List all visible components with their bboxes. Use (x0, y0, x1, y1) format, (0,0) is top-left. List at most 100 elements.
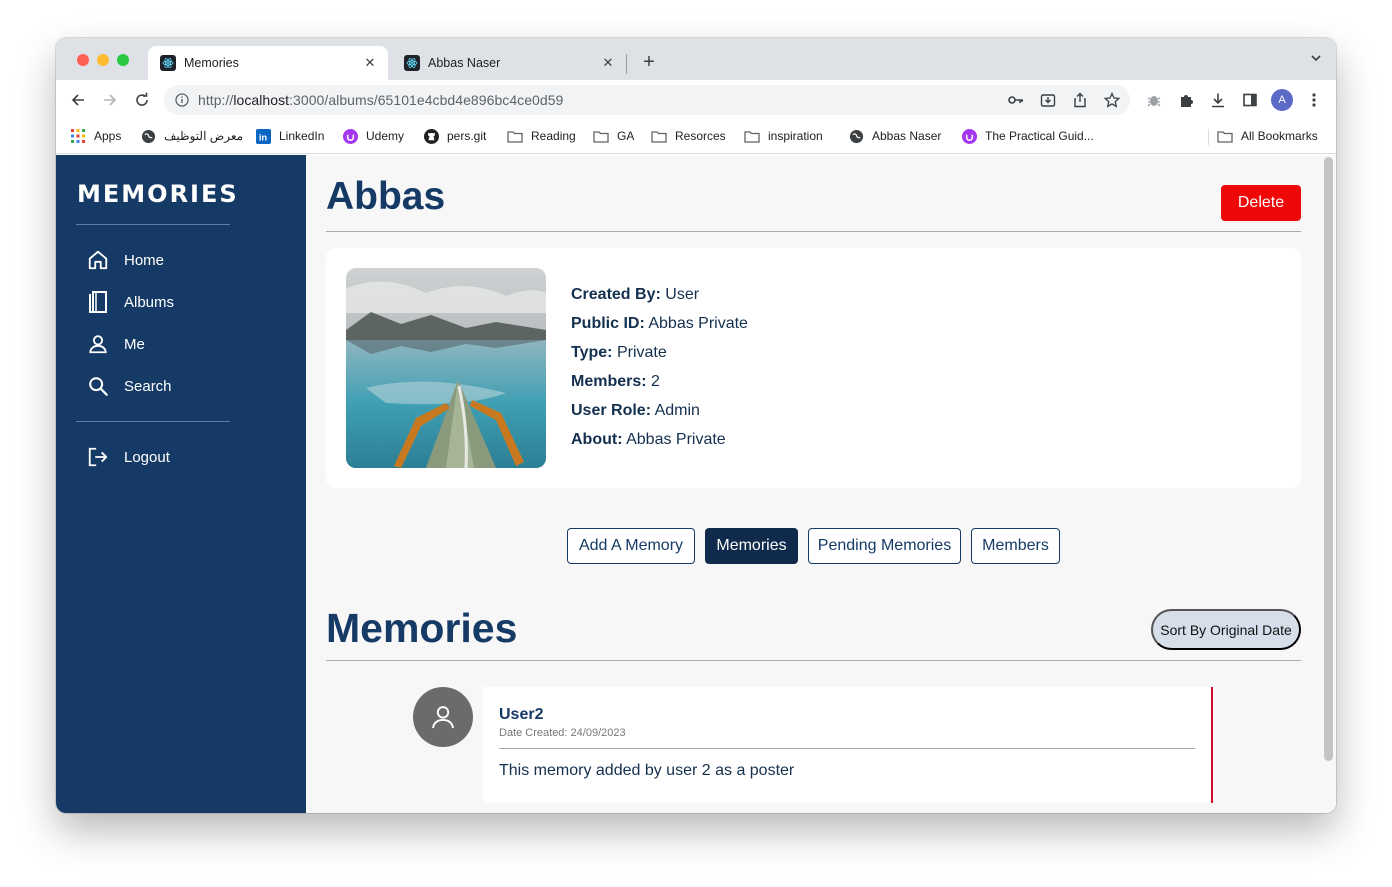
page-viewport: MEMORIES Home Albums Me Search Logout Ab… (56, 155, 1336, 813)
bookmark-pers-git[interactable]: pers.git (423, 128, 486, 144)
avatar[interactable] (413, 687, 473, 747)
bookmark-udemy[interactable]: Udemy (342, 128, 404, 144)
react-icon (404, 55, 420, 71)
home-icon (86, 248, 110, 272)
tab-add-a-memory[interactable]: Add A Memory (567, 528, 695, 564)
udemy-icon (961, 128, 977, 144)
scrollbar-thumb[interactable] (1324, 157, 1333, 761)
folder-icon (744, 128, 760, 144)
tab-divider (626, 54, 627, 74)
sidebar: MEMORIES Home Albums Me Search Logout (56, 155, 306, 813)
bookmark-apps[interactable]: Apps (70, 128, 121, 144)
bookmark-folder-resorces[interactable]: Resorces (651, 128, 726, 144)
globe-icon (848, 128, 864, 144)
github-icon (423, 128, 439, 144)
bookmark-folder-ga[interactable]: GA (593, 128, 634, 144)
sidebar-item-logout[interactable]: Logout (86, 444, 170, 470)
url-text: http://localhost:3000/albums/65101e4cbd4… (198, 92, 564, 108)
browser-window: Memories ✕ Abbas Naser ✕ + http://localh… (56, 38, 1336, 813)
close-window-button[interactable] (77, 54, 89, 66)
share-icon[interactable] (1072, 92, 1088, 113)
logout-icon (86, 445, 110, 469)
bookmark-job-fair[interactable]: معرض التوظيف (140, 128, 243, 144)
sidebar-divider (76, 421, 230, 422)
bookmark-linkedin[interactable]: in LinkedIn (255, 128, 324, 144)
key-icon[interactable] (1008, 93, 1024, 112)
maximize-window-button[interactable] (117, 54, 129, 66)
bookmarks-divider (1208, 129, 1209, 145)
user-icon (86, 332, 110, 356)
address-bar[interactable]: http://localhost:3000/albums/65101e4cbd4… (164, 85, 1130, 115)
info-icon[interactable] (175, 93, 189, 112)
browser-tab-abbas-naser[interactable]: Abbas Naser ✕ (392, 46, 626, 80)
bookmark-folder-inspiration[interactable]: inspiration (744, 128, 823, 144)
bookmark-practical-guide[interactable]: The Practical Guid... (961, 128, 1094, 144)
new-tab-button[interactable]: + (638, 51, 660, 73)
sidebar-item-search[interactable]: Search (86, 373, 172, 399)
install-app-icon[interactable] (1040, 92, 1056, 113)
sidebar-item-albums[interactable]: Albums (86, 289, 174, 315)
main-content: Abbas Delete Created By: User Public ID:… (306, 155, 1321, 813)
album-cover-image (346, 268, 546, 468)
sidebar-divider (76, 224, 230, 225)
linkedin-icon: in (255, 128, 271, 144)
album-title: Abbas (326, 175, 446, 218)
detail-user-role: User Role: Admin (571, 402, 700, 419)
browser-tab-memories[interactable]: Memories ✕ (148, 46, 388, 80)
extensions-puzzle-icon[interactable] (1176, 90, 1196, 110)
profile-avatar[interactable]: A (1271, 89, 1293, 111)
kebab-menu-icon[interactable] (1304, 90, 1324, 110)
detail-type: Type: Private (571, 344, 667, 361)
tab-close-icon[interactable]: ✕ (596, 55, 620, 71)
back-icon[interactable] (66, 88, 90, 112)
folder-icon (1217, 128, 1233, 144)
search-icon (86, 374, 110, 398)
bookmark-folder-reading[interactable]: Reading (507, 128, 576, 144)
sidebar-item-home[interactable]: Home (86, 247, 164, 273)
udemy-icon (342, 128, 358, 144)
side-panel-icon[interactable] (1240, 90, 1260, 110)
sidebar-item-label: Logout (124, 448, 170, 466)
tab-members[interactable]: Members (971, 528, 1060, 564)
tab-memories[interactable]: Memories (705, 528, 798, 564)
detail-created-by: Created By: User (571, 286, 700, 303)
bug-extension-icon[interactable] (1144, 90, 1164, 110)
app-logo[interactable]: MEMORIES (77, 180, 239, 208)
reload-icon[interactable] (130, 88, 154, 112)
sidebar-item-me[interactable]: Me (86, 331, 145, 357)
download-icon[interactable] (1208, 90, 1228, 110)
sort-by-original-date-button[interactable]: Sort By Original Date (1151, 609, 1301, 650)
tab-pending-memories[interactable]: Pending Memories (808, 528, 961, 564)
sidebar-item-label: Albums (124, 293, 175, 311)
book-icon (86, 290, 110, 314)
detail-about: About: Abbas Private (571, 431, 726, 448)
react-icon (160, 55, 176, 71)
bookmark-abbas-naser[interactable]: Abbas Naser (848, 128, 941, 144)
page-scrollbar[interactable] (1321, 155, 1336, 813)
globe-icon (140, 128, 156, 144)
bookmark-all-bookmarks[interactable]: All Bookmarks (1217, 128, 1318, 144)
memory-author[interactable]: User2 (499, 706, 543, 724)
svg-text:in: in (258, 132, 267, 142)
tab-title: Memories (184, 56, 239, 70)
sidebar-item-label: Search (124, 377, 172, 395)
album-info-card: Created By: User Public ID: Abbas Privat… (326, 248, 1301, 488)
folder-icon (507, 128, 523, 144)
delete-album-button[interactable]: Delete (1221, 185, 1301, 221)
album-section-tabs: Add A Memory Memories Pending Memories M… (306, 528, 1321, 564)
tab-title: Abbas Naser (428, 56, 501, 70)
tab-search-chevron-icon[interactable] (1310, 52, 1322, 67)
memory-card[interactable]: User2 Date Created: 24/09/2023 This memo… (483, 687, 1213, 803)
forward-icon[interactable] (98, 88, 122, 112)
tab-close-icon[interactable]: ✕ (358, 55, 382, 71)
bookmarks-bar: Apps معرض التوظيف in LinkedIn Udemy pers… (56, 120, 1336, 154)
tab-strip: Memories ✕ Abbas Naser ✕ + (56, 38, 1336, 80)
memory-text: This memory added by user 2 as a poster (499, 762, 795, 779)
sidebar-item-label: Home (124, 251, 165, 269)
browser-toolbar: http://localhost:3000/albums/65101e4cbd4… (56, 80, 1336, 120)
folder-icon (651, 128, 667, 144)
minimize-window-button[interactable] (97, 54, 109, 66)
apps-grid-icon (70, 128, 86, 144)
sidebar-item-label: Me (124, 335, 145, 353)
star-icon[interactable] (1103, 91, 1121, 113)
